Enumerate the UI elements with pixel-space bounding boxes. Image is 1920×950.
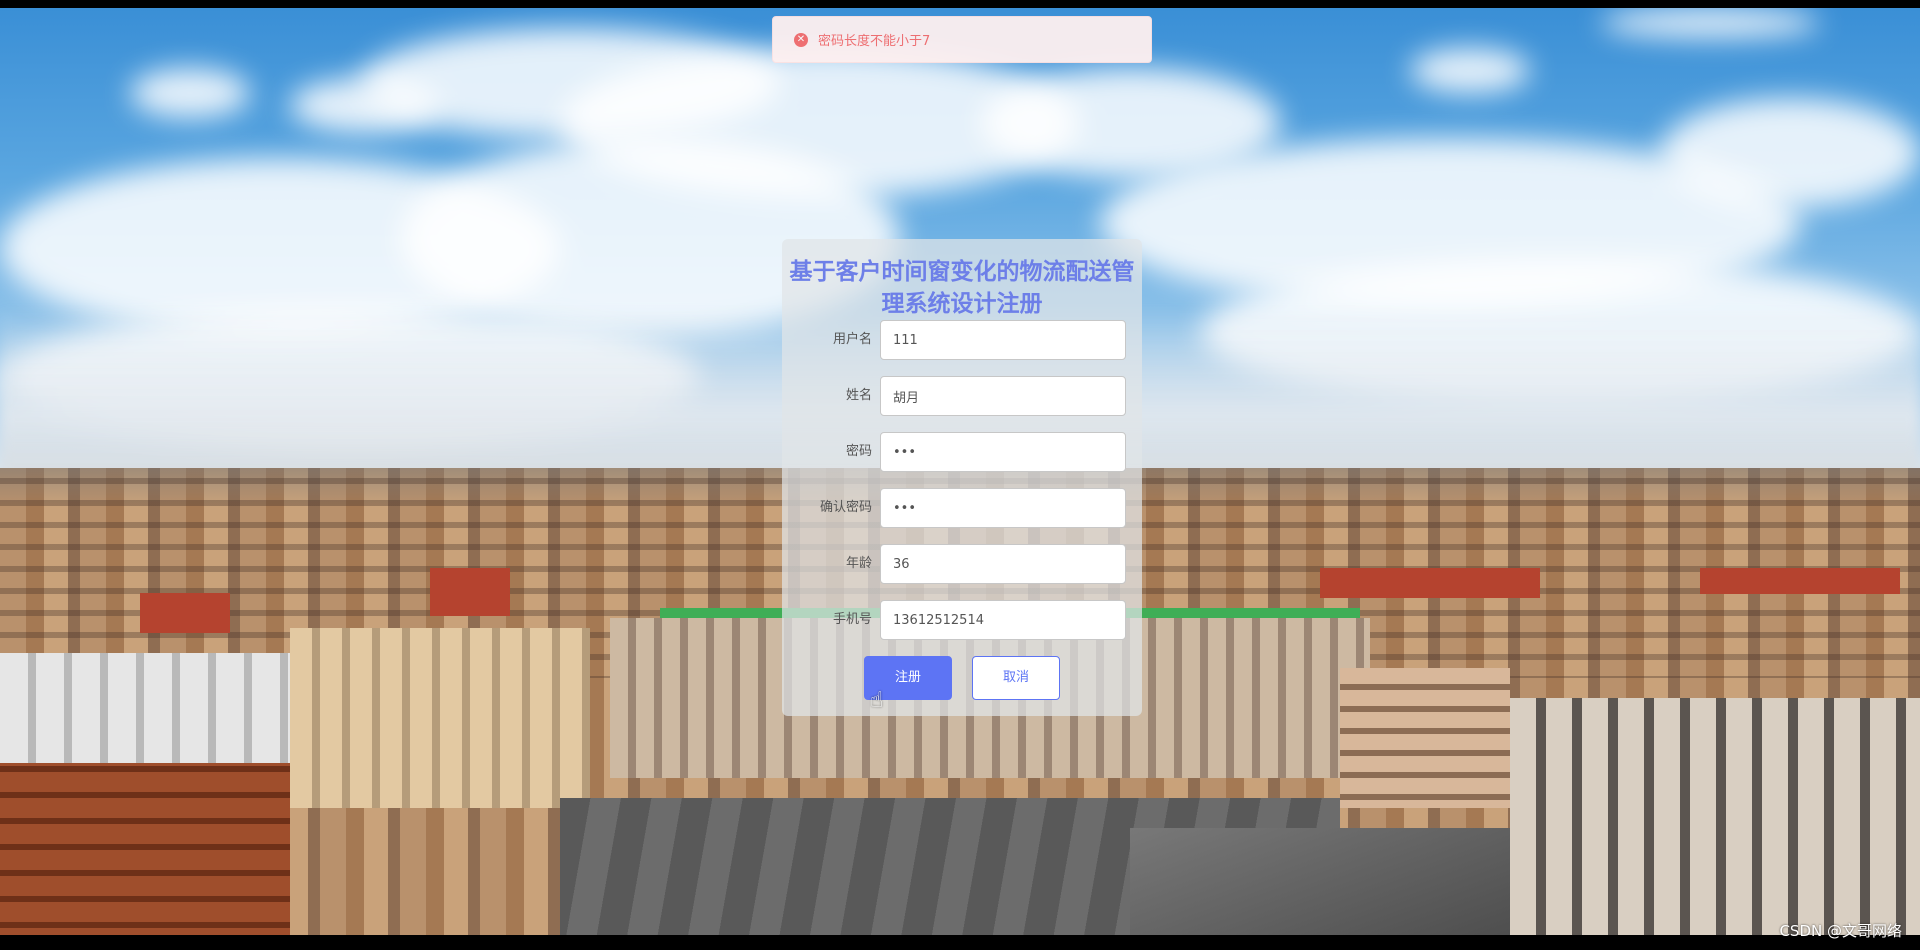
toast-message: 密码长度不能小于7 (818, 34, 931, 49)
form-row-username: 用户名 (782, 320, 1142, 360)
mouse-pointer-icon: ☝ (870, 688, 884, 713)
form-row-password: 密码 (782, 432, 1142, 472)
error-circle-icon: ✕ (794, 32, 808, 47)
password-input[interactable] (880, 432, 1126, 472)
form-row-age: 年龄 (782, 544, 1142, 584)
watermark: CSDN @文哥网络 (1779, 922, 1902, 940)
confirm-password-input[interactable] (880, 488, 1126, 528)
register-panel: 基于客户时间窗变化的物流配送管理系统设计注册 用户名 姓名 密码 确认密码 年龄… (782, 239, 1142, 716)
confirm-password-label: 确认密码 (819, 500, 872, 515)
name-input[interactable] (880, 376, 1126, 416)
form-row-name: 姓名 (782, 376, 1142, 416)
form-row-phone: 手机号 (782, 600, 1142, 640)
cancel-button[interactable]: 取消 (972, 656, 1060, 700)
error-toast: ✕ 密码长度不能小于7 (772, 16, 1152, 63)
name-label: 姓名 (845, 388, 872, 403)
age-label: 年龄 (845, 556, 872, 571)
phone-label: 手机号 (832, 612, 872, 627)
phone-input[interactable] (880, 600, 1126, 640)
form-row-confirm-password: 确认密码 (782, 488, 1142, 528)
password-label: 密码 (845, 444, 872, 459)
page-title: 基于客户时间窗变化的物流配送管理系统设计注册 (789, 259, 1135, 317)
username-input[interactable] (880, 320, 1126, 360)
username-label: 用户名 (832, 332, 872, 347)
age-input[interactable] (880, 544, 1126, 584)
